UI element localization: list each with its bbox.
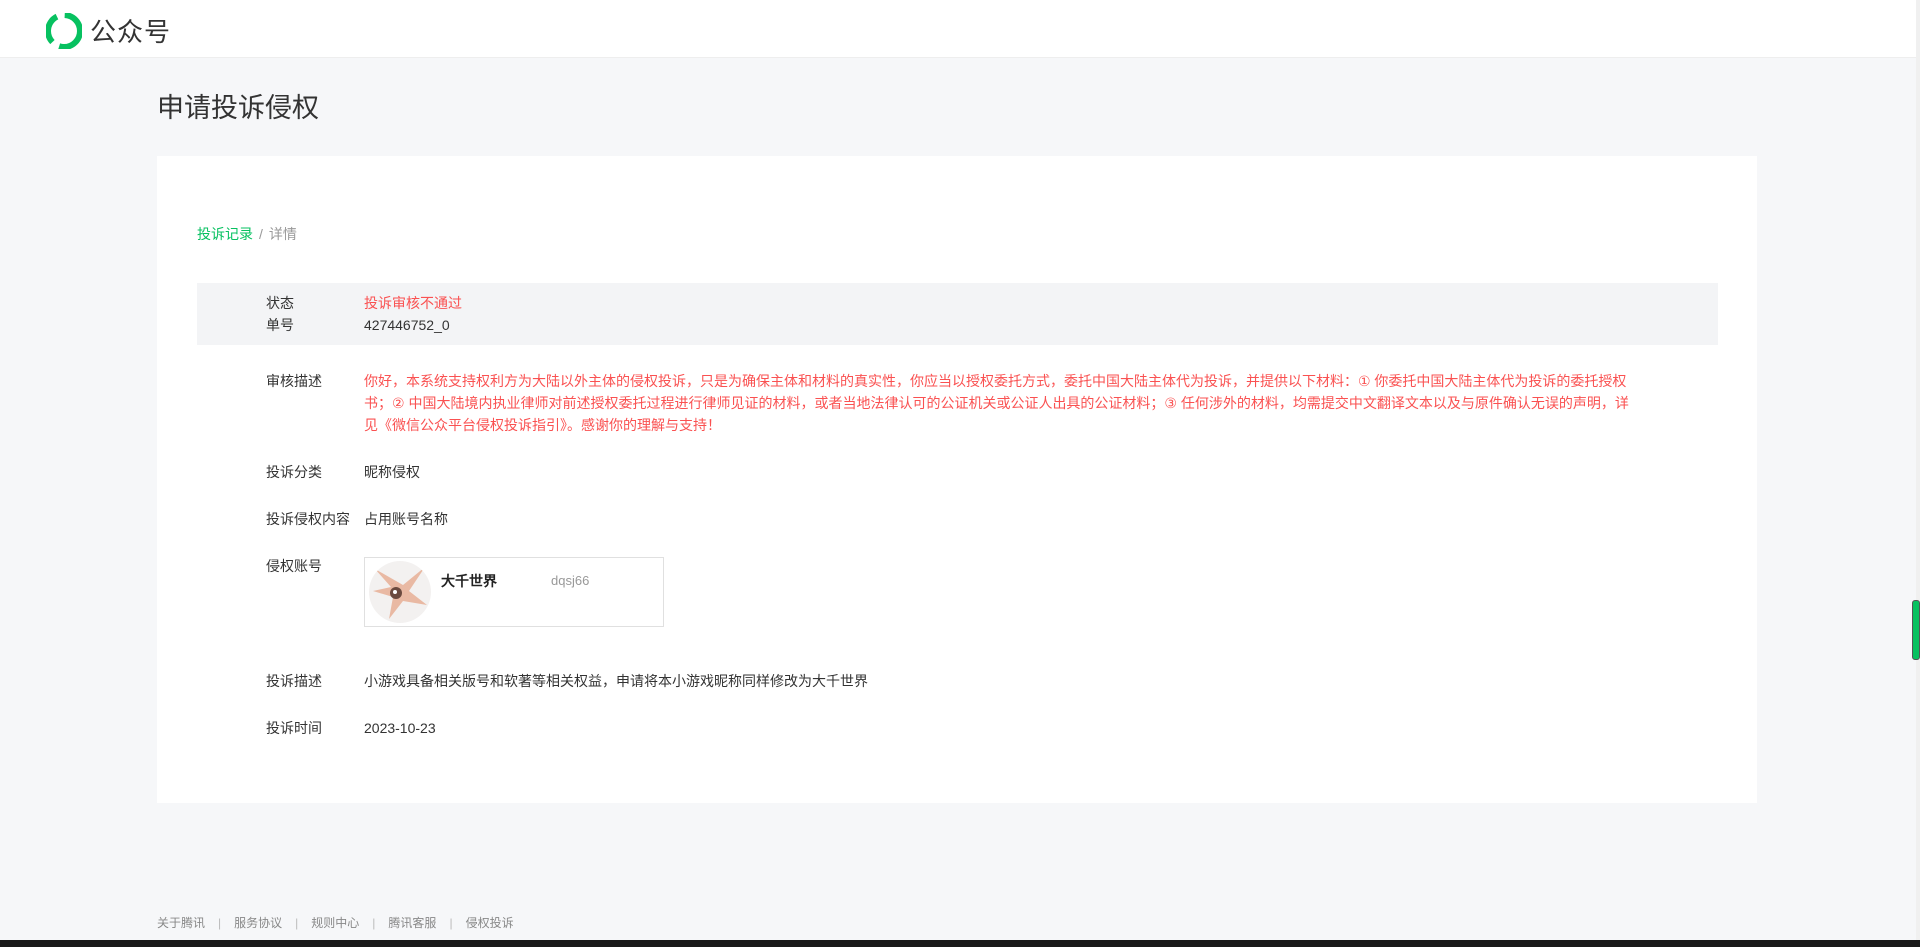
detail-card: 投诉记录 / 详情 状态 投诉审核不通过 单号 427446752_0 审核描述 你…	[157, 156, 1757, 803]
category-value: 昵称侵权	[364, 464, 420, 480]
order-value: 427446752_0	[364, 317, 450, 333]
footer-separator: |	[218, 915, 222, 930]
account-row: 侵权账号 大千世界 dqsj66	[266, 555, 664, 627]
logo-text: 公众号	[90, 17, 172, 47]
account-label: 侵权账号	[266, 558, 322, 574]
description-label: 投诉描述	[266, 673, 322, 689]
time-value: 2023-10-23	[364, 720, 436, 736]
review-label: 审核描述	[266, 373, 322, 389]
content-label: 投诉侵权内容	[266, 511, 350, 527]
time-row: 投诉时间 2023-10-23	[266, 717, 436, 739]
status-label: 状态	[266, 295, 294, 311]
footer-link-about[interactable]: 关于腾讯	[157, 914, 205, 931]
review-value: 你好，本系统支持权利方为大陆以外主体的侵权投诉，只是为确保主体和材料的真实性，你…	[364, 373, 1629, 433]
account-avatar	[369, 561, 431, 623]
description-value: 小游戏具备相关版号和软著等相关权益，申请将本小游戏昵称同样修改为大千世界	[364, 673, 868, 689]
account-card[interactable]: 大千世界 dqsj66	[364, 557, 664, 627]
time-label: 投诉时间	[266, 720, 322, 736]
footer-links: 关于腾讯 | 服务协议 | 规则中心 | 腾讯客服 | 侵权投诉	[157, 914, 514, 931]
taskbar-edge	[0, 940, 1920, 947]
status-value: 投诉审核不通过	[364, 295, 462, 311]
wechat-official-account-logo-icon	[46, 12, 82, 49]
breadcrumb-separator: /	[259, 226, 263, 242]
footer-separator: |	[372, 915, 376, 930]
footer-link-rules-center[interactable]: 规则中心	[311, 914, 359, 931]
vertical-scrollbar[interactable]	[1912, 0, 1920, 940]
footer-separator: |	[295, 915, 299, 930]
description-row: 投诉描述 小游戏具备相关版号和软著等相关权益，申请将本小游戏昵称同样修改为大千世…	[266, 670, 868, 692]
footer-link-service-agreement[interactable]: 服务协议	[234, 914, 282, 931]
breadcrumb-current: 详情	[268, 226, 297, 242]
breadcrumb-complaint-records-link[interactable]: 投诉记录	[197, 226, 253, 242]
review-row: 审核描述 你好，本系统支持权利方为大陆以外主体的侵权投诉，只是为确保主体和材料的…	[266, 370, 1634, 436]
category-row: 投诉分类 昵称侵权	[266, 461, 420, 483]
logo[interactable]: 公众号	[46, 12, 171, 49]
footer-link-infringement-complaint[interactable]: 侵权投诉	[466, 914, 514, 931]
footer-link-customer-service[interactable]: 腾讯客服	[388, 914, 436, 931]
page-title: 申请投诉侵权	[157, 93, 319, 123]
order-row: 单号 427446752_0	[266, 314, 450, 336]
top-bar: 公众号	[0, 0, 1916, 58]
breadcrumb: 投诉记录 / 详情	[197, 224, 297, 244]
category-label: 投诉分类	[266, 464, 322, 480]
scrollbar-thumb[interactable]	[1912, 600, 1920, 660]
account-name: 大千世界	[441, 573, 497, 589]
content-value: 占用账号名称	[364, 511, 448, 527]
order-label: 单号	[266, 317, 294, 333]
footer-separator: |	[449, 915, 453, 930]
account-id: dqsj66	[551, 573, 590, 588]
avatar-image-icon	[369, 561, 431, 623]
content-row: 投诉侵权内容 占用账号名称	[266, 508, 448, 530]
status-row: 状态 投诉审核不通过	[266, 292, 462, 314]
